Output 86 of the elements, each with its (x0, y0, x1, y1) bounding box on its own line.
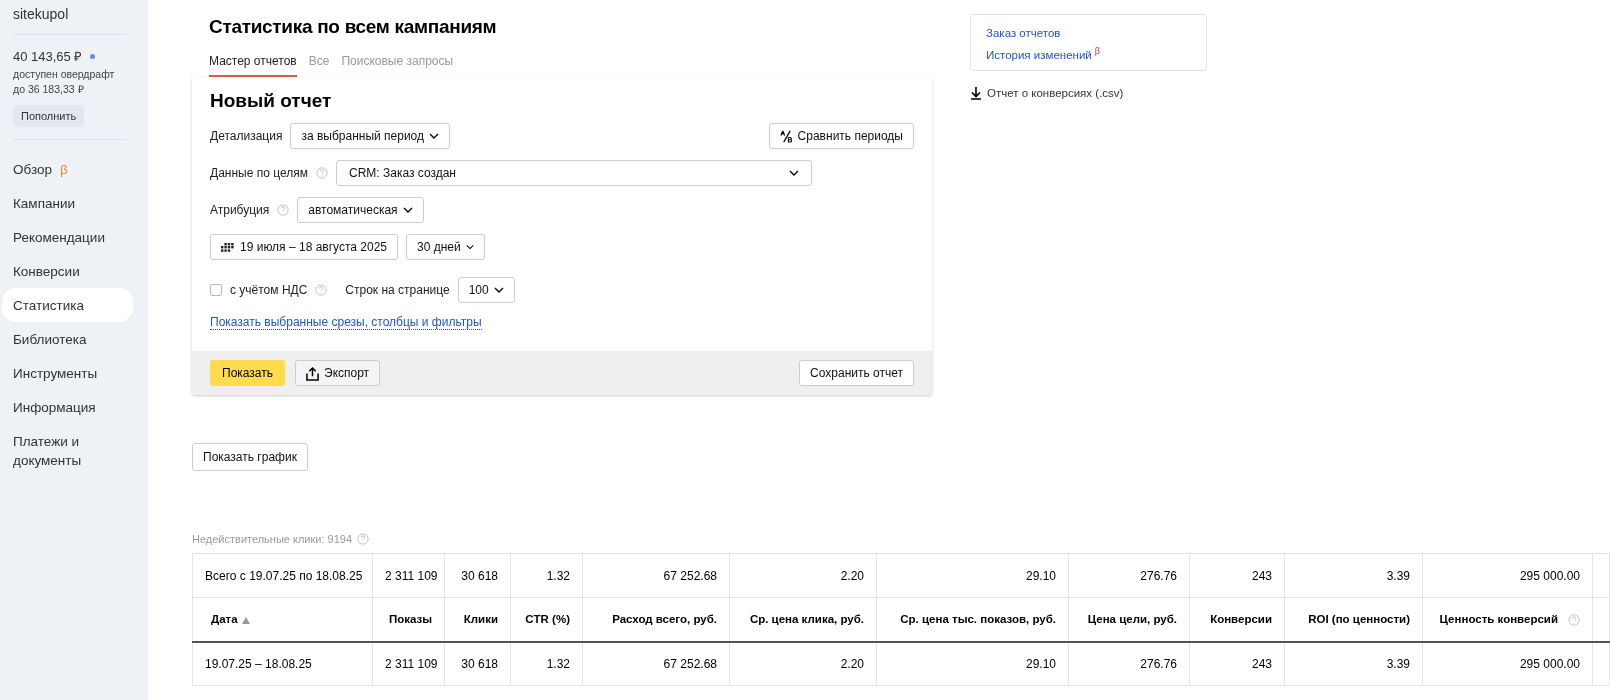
summary-cell: 29.10 (876, 553, 1069, 598)
summary-cell: Всего с 19.07.25 по 18.08.25 (192, 553, 373, 598)
sidebar-item[interactable]: Кампании (2, 186, 133, 220)
account-name[interactable]: sitekupol (13, 6, 148, 22)
table-cell: 29.10 (876, 641, 1069, 686)
show-button[interactable]: Показать (210, 360, 285, 386)
field-label: Данные по целям (210, 166, 308, 180)
invalid-clicks-note: Недействительные клики: 9194 (192, 533, 353, 545)
table-cell: 276.76 (1068, 641, 1190, 686)
column-header[interactable]: Конверсии (1189, 597, 1285, 642)
table-cell: 30 618 (444, 641, 511, 686)
help-icon[interactable] (357, 533, 370, 545)
field-label: Атрибуция (210, 203, 270, 217)
save-report-button[interactable]: Сохранить отчет (799, 360, 914, 386)
summary-cell: 2 311 109 (372, 553, 445, 598)
download-icon (970, 85, 982, 100)
column-header[interactable]: Показы (372, 597, 445, 642)
field-label: Строк на странице (345, 283, 450, 297)
help-icon[interactable] (277, 204, 290, 216)
attribution-dropdown[interactable]: автоматическая (297, 197, 424, 223)
period-dropdown[interactable]: 30 дней (406, 234, 485, 260)
summary-cell: 2.20 (729, 553, 877, 598)
top-up-button[interactable]: Пополнить (13, 105, 85, 127)
summary-cell: 30 618 (444, 553, 511, 598)
csv-report-link[interactable]: Отчет о конверсиях (.csv) (970, 85, 1124, 100)
date-range-field[interactable]: 19 июля – 18 августа 2025 (210, 234, 398, 260)
rows-per-page-dropdown[interactable]: 100 (457, 277, 515, 303)
panel-link[interactable]: История изменений $^{β}$ (986, 46, 1191, 61)
table-cell: 243 (1189, 641, 1285, 686)
summary-cell: 295 000.00 (1422, 553, 1593, 598)
sidebar-item[interactable]: Библиотека (2, 322, 133, 356)
help-icon[interactable] (315, 167, 328, 179)
chevron-down-icon (788, 170, 799, 176)
column-header[interactable]: Расход всего, руб. (582, 597, 730, 642)
column-header[interactable]: CTR (%) (510, 597, 583, 642)
sidebar-item[interactable]: Обзор β (2, 152, 133, 186)
column-header[interactable]: Дата (192, 597, 373, 642)
table-cell: 295 000.00 (1422, 641, 1593, 686)
sort-arrow-icon[interactable] (241, 616, 250, 624)
upload-icon (306, 365, 319, 381)
sidebar-item[interactable]: Конверсии (2, 254, 133, 288)
table-cell: 19.07.25 – 18.08.25 (192, 641, 373, 686)
detail-dropdown[interactable]: за выбранный период (290, 123, 450, 149)
sidebar-item[interactable]: Статистика (2, 288, 133, 322)
panel-link[interactable]: Заказ отчетов (986, 27, 1191, 39)
chevron-down-icon (429, 133, 439, 139)
column-header[interactable]: Ср. цена тыс. показов, руб. (876, 597, 1069, 642)
table-cell: 2 311 109 (372, 641, 445, 686)
overdraft-note: доступен овердрафт до 36 183,33 ₽ (13, 67, 116, 97)
summary-cell: 243 (1189, 553, 1285, 598)
column-header[interactable]: ROI (по ценности) (1284, 597, 1423, 642)
chevron-down-icon (465, 244, 474, 250)
compare-icon (779, 129, 793, 143)
status-dot (90, 53, 96, 59)
column-header[interactable]: Клики (444, 597, 511, 642)
sidebar-item[interactable]: Информация (2, 390, 133, 424)
goals-dropdown[interactable]: CRM: Заказ создан (335, 160, 812, 186)
calendar-icon (221, 242, 235, 252)
field-label: Детализация (210, 129, 283, 143)
chevron-down-icon (402, 207, 413, 213)
help-icon[interactable] (315, 284, 328, 296)
report-title: Новый отчет (210, 89, 333, 113)
column-header[interactable]: Ср. цена клика, руб. (729, 597, 877, 642)
table-cell: 67 252.68 (582, 641, 730, 686)
summary-cell: 1.32 (510, 553, 583, 598)
show-chart-button[interactable]: Показать график (192, 443, 308, 471)
vat-checkbox[interactable] (210, 284, 222, 296)
column-header[interactable]: Ценность конверсий (1422, 597, 1593, 642)
compare-periods-button[interactable]: Сравнить периоды (768, 123, 914, 149)
show-filters-link[interactable]: Показать выбранные срезы, столбцы и фильтры (210, 315, 482, 330)
balance-amount: 40 143,65 ₽ (13, 48, 83, 65)
summary-cell: 67 252.68 (582, 553, 730, 598)
sidebar-item[interactable]: Инструменты (2, 356, 133, 390)
chevron-down-icon (493, 287, 504, 293)
sidebar-item[interactable]: Платежи и документы (2, 424, 133, 477)
page-title: Статистика по всем кампаниям (209, 15, 498, 39)
checkbox-label: с учётом НДС (230, 283, 308, 297)
column-header[interactable]: Цена цели, руб. (1068, 597, 1190, 642)
table-cell: 3.39 (1284, 641, 1423, 686)
summary-cell: 276.76 (1068, 553, 1190, 598)
help-icon[interactable] (1568, 613, 1580, 626)
sidebar-item[interactable]: Рекомендации (2, 220, 133, 254)
table-cell: 2.20 (729, 641, 877, 686)
table-cell: 1.32 (510, 641, 583, 686)
summary-cell: 3.39 (1284, 553, 1423, 598)
export-button[interactable]: Экспорт (295, 360, 381, 386)
